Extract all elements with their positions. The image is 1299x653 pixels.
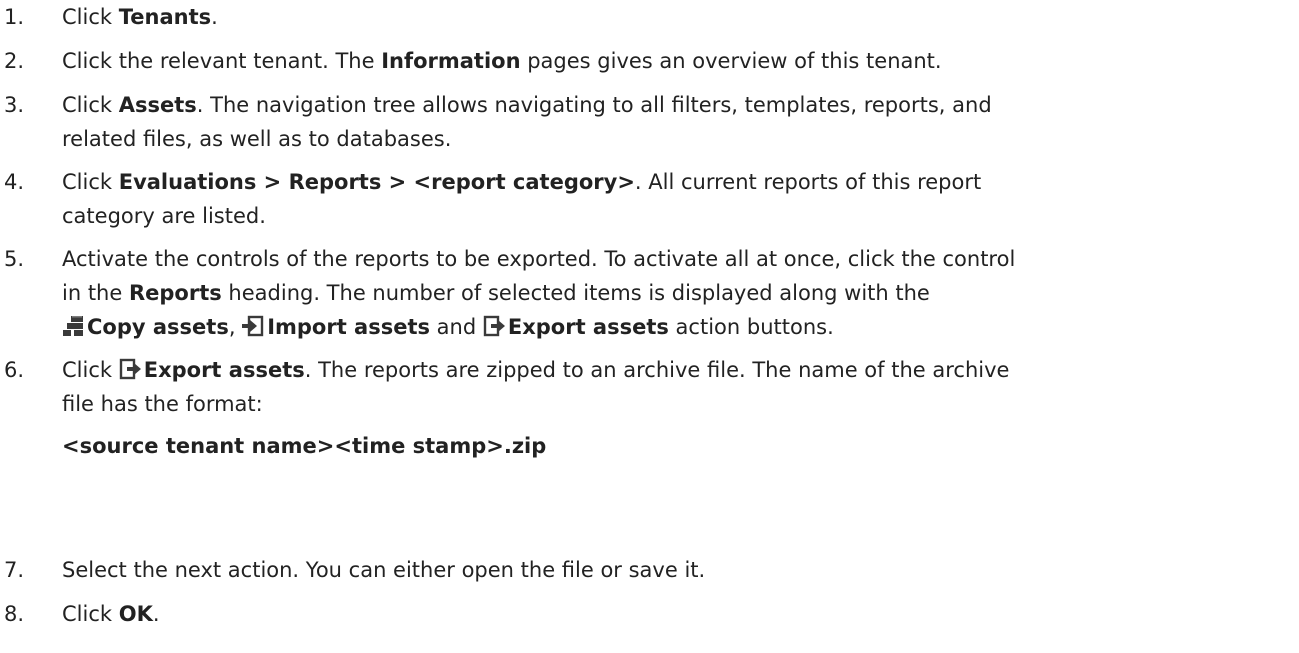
archive-filename-format: <source tenant name><time stamp>.zip: [62, 434, 547, 458]
step-text: Select the next action. You can either o…: [62, 553, 1296, 587]
step-3-text-a: Click: [62, 93, 119, 117]
step-4-text-a: Click: [62, 170, 119, 194]
step-number: 1.: [4, 5, 25, 29]
import-assets-label: Import assets: [267, 315, 430, 339]
instruction-steps: 1. Click Tenants. 2. Click the relevant …: [0, 0, 1299, 653]
step-number: 7.: [4, 558, 25, 582]
step-8-text-b: OK: [118, 602, 153, 626]
step-text: Click Assets. The navigation tree allows…: [62, 88, 1296, 156]
step-text: Click the relevant tenant. The Informati…: [62, 44, 1296, 78]
step-2-text-c: pages gives an overview of this tenant.: [520, 49, 942, 73]
step-5-text-b: in the: [62, 281, 129, 305]
export-assets-label: Export assets: [507, 315, 669, 339]
step-number: 3.: [4, 93, 25, 117]
step-1-text-a: Click: [62, 5, 119, 29]
step-number: 4.: [4, 170, 25, 194]
export-assets-icon: [483, 315, 505, 337]
step-6-text-a: Click: [62, 358, 119, 382]
step-number: 6.: [4, 358, 25, 382]
step-text: Click Tenants.: [62, 0, 1296, 34]
step-5-text-a: Activate the controls of the reports to …: [62, 247, 1016, 271]
copy-assets-icon: [62, 315, 84, 337]
step-3-text-b: Assets: [118, 93, 197, 117]
step-6-text-c: . The reports are zipped to an archive f…: [304, 358, 1010, 382]
step-5-text-c: Reports: [128, 281, 222, 305]
export-assets-label: Export assets: [143, 358, 305, 382]
export-assets-icon: [119, 358, 141, 380]
step-text: Click Evaluations > Reports > <report ca…: [62, 165, 1296, 233]
step-number: 5.: [4, 247, 25, 271]
step-4-text-c: . All current reports of this report: [634, 170, 982, 194]
copy-assets-label: Copy assets: [87, 315, 229, 339]
step-5-text-d: heading. The number of selected items is…: [221, 281, 930, 305]
step-text: Click OK.: [62, 597, 1296, 631]
step-2-text-b: Information: [381, 49, 521, 73]
step-8-text-c: .: [152, 602, 160, 626]
step-text: Activate the controls of the reports to …: [62, 242, 1296, 344]
step-1-text-c: .: [211, 5, 218, 29]
step-number: 8.: [4, 602, 25, 626]
step-6-text-d: file has the format:: [62, 392, 263, 416]
step-5-text-sep2: and: [430, 315, 483, 339]
step-4-text-b: Evaluations > Reports > <report category…: [118, 170, 635, 194]
step-2-text-a: Click the relevant tenant. The: [62, 49, 382, 73]
step-number: 2.: [4, 49, 25, 73]
import-assets-icon: [242, 315, 264, 337]
step-3-text-d: related files, as well as to databases.: [62, 127, 452, 151]
step-7-text-a: Select the next action. You can either o…: [62, 558, 706, 582]
step-5-text-tail: action buttons.: [668, 315, 834, 339]
step-4-text-d: category are listed.: [62, 204, 266, 228]
step-5-text-sep1: ,: [228, 315, 243, 339]
step-8-text-a: Click: [62, 602, 119, 626]
step-text: Click Export assets. The reports are zip…: [62, 353, 1296, 463]
step-3-text-c: . The navigation tree allows navigating …: [196, 93, 992, 117]
step-1-text-b: Tenants: [118, 5, 212, 29]
